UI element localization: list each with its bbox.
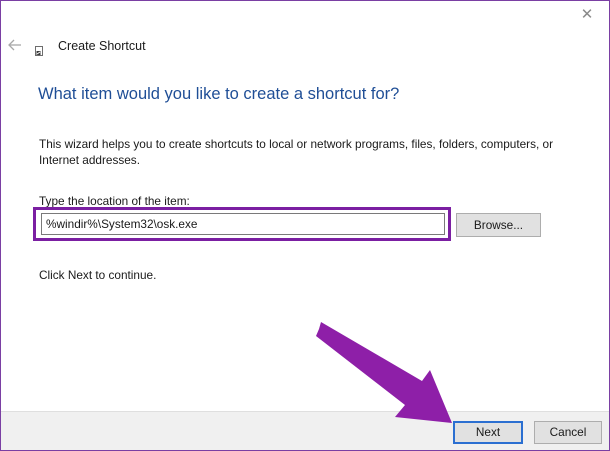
location-input[interactable] — [41, 213, 445, 235]
close-button[interactable]: ✕ — [575, 4, 599, 26]
location-label: Type the location of the item: — [39, 194, 190, 208]
browse-button[interactable]: Browse... — [456, 213, 541, 237]
back-button[interactable] — [4, 35, 26, 55]
shortcut-app-icon — [35, 43, 43, 56]
back-arrow-icon — [8, 39, 21, 51]
close-icon: ✕ — [580, 6, 594, 23]
cancel-button[interactable]: Cancel — [534, 421, 602, 444]
next-button[interactable]: Next — [453, 421, 523, 444]
create-shortcut-window: ✕ Create Shortcut What item would you li… — [0, 0, 610, 451]
continue-instruction: Click Next to continue. — [39, 268, 157, 282]
wizard-heading: What item would you like to create a sho… — [38, 85, 400, 103]
wizard-description: This wizard helps you to create shortcut… — [39, 137, 554, 167]
window-title: Create Shortcut — [58, 39, 146, 53]
title-bar: ✕ — [1, 1, 609, 33]
